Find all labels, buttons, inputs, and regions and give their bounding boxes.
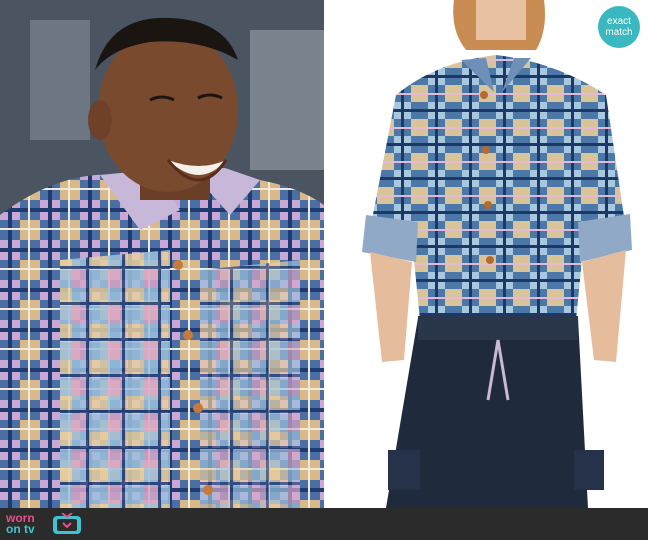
product-illustration (362, 0, 632, 508)
footer-bar: worn on tv (0, 508, 648, 540)
tv-icon (53, 513, 81, 534)
celebrity-photo (0, 0, 324, 508)
brand-bottom: on tv (6, 522, 35, 536)
product-photo[interactable] (326, 0, 648, 508)
celebrity-illustration (0, 0, 324, 508)
badge-line-2: match (605, 27, 633, 38)
wornontv-logo[interactable]: worn on tv (6, 512, 82, 536)
badge-line-1: exact (607, 16, 631, 27)
brand-wordmark: worn on tv (6, 512, 48, 536)
exact-match-badge: exact match (598, 6, 640, 48)
